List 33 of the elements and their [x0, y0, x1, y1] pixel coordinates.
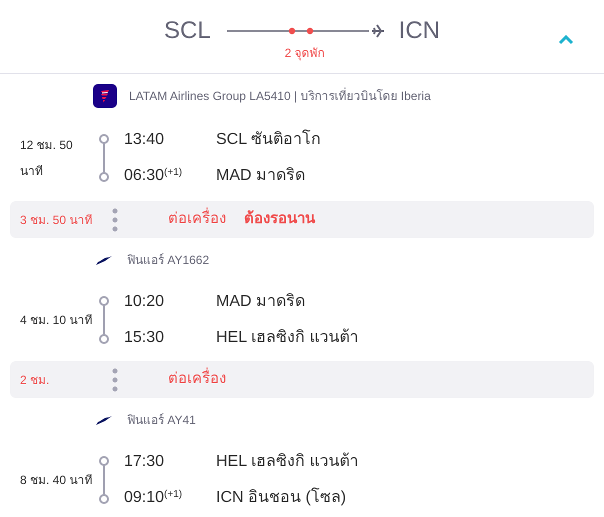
airport-name: HEL เฮลซิงกิ แวนต้า: [216, 452, 358, 472]
flight-time: 06:30$^{(+1)}$: [124, 166, 184, 186]
airline-name: ฟินแอร์ AY41: [127, 412, 196, 429]
flight-time: 13:40: [124, 130, 166, 150]
flight-time: 10:20: [124, 292, 166, 312]
flight-time: 17:30: [124, 452, 166, 472]
airport-name: HEL เฮลซิงกิ แวนต้า: [216, 328, 358, 348]
layover-duration: 2 ชม.: [20, 372, 50, 388]
flight-time: 09:10$^{(+1)}$: [124, 488, 184, 508]
timeline-drawing: [98, 456, 110, 504]
airport-name: ICN อินชอน (โซล): [216, 486, 346, 508]
airline-name: ฟินแอร์ AY1662: [127, 252, 210, 269]
airport-name: SCL ซันติอาโก: [216, 128, 321, 150]
flight-duration: 4 ชม. 10 นาที: [20, 312, 94, 329]
long-wait-warning: ต้องรอนาน: [244, 209, 315, 230]
flight-duration: 12 ชม. 50 นาที: [20, 137, 74, 180]
flight-time: 15:30: [124, 328, 166, 348]
airport-name: MAD มาดริด: [216, 292, 305, 312]
airport-name: MAD มาดริด: [216, 166, 305, 186]
timeline-drawing: [98, 296, 110, 344]
layover-label: ต่อเครื่อง: [168, 208, 226, 231]
layover-label: ต่อเครื่อง: [168, 368, 226, 391]
chevron-up-icon: [558, 35, 574, 45]
stops-count: 2 จุดพัก: [284, 45, 325, 62]
origin-code: SCL: [164, 16, 211, 46]
dots-icon: [112, 368, 118, 392]
destination-code: ICN: [398, 16, 440, 46]
airline-logo-icon: [93, 84, 117, 108]
dots-icon: [112, 208, 118, 232]
flight-duration: 8 ชม. 40 นาที: [20, 472, 94, 489]
timeline-drawing: [98, 134, 110, 182]
layover-duration: 3 ชม. 50 นาที: [20, 212, 94, 228]
airline-name: LATAM Airlines Group LA5410 | บริการเที่ยวบินโดย Iberia: [129, 87, 431, 105]
